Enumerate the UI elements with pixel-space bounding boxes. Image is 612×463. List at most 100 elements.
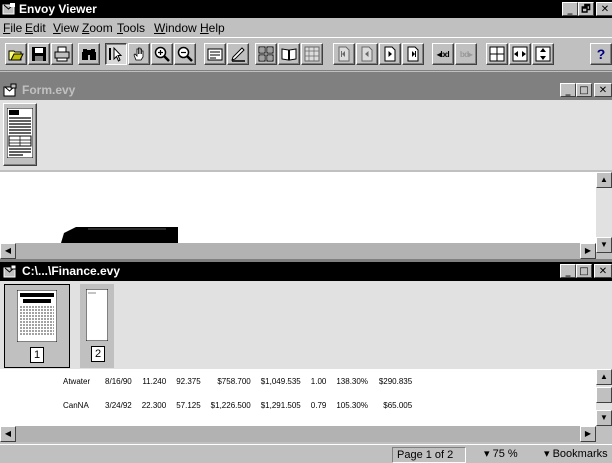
- finance-window-title-bar[interactable]: C:\...\Finance.evy _ □ ✕: [0, 262, 612, 281]
- links-button[interactable]: [301, 43, 323, 65]
- table-cell: 1.34: [306, 417, 332, 427]
- table-cell: 1.00: [310, 376, 327, 386]
- bookmarks-button[interactable]: [278, 43, 300, 65]
- go-back-button[interactable]: ◂bd: [432, 43, 454, 65]
- finance-page-1-thumbnail[interactable]: 1: [4, 284, 70, 368]
- previous-page-button[interactable]: [356, 43, 378, 65]
- menu-zoom[interactable]: Zoom: [82, 21, 113, 35]
- zoom-selector[interactable]: ▾ 75 %: [480, 447, 540, 463]
- context-help-button[interactable]: ?: [590, 43, 612, 65]
- table-cell: 2/12/91: [100, 417, 137, 427]
- envoy-app-icon[interactable]: [2, 2, 16, 16]
- form-page-view[interactable]: [0, 172, 596, 253]
- finance-page-view[interactable]: Atwater 8/16/90 11.240 92.375 $758.700 $1,049…: [0, 369, 596, 426]
- hand-icon: [133, 47, 144, 61]
- table-cell: 105.30%: [336, 400, 368, 410]
- finance-close-button[interactable]: ✕: [594, 264, 612, 278]
- table-cell: Atwater: [63, 376, 91, 386]
- finance-page-2-preview: [86, 289, 108, 341]
- table-cell: $1,049.535: [260, 376, 301, 386]
- open-book-icon: [281, 48, 297, 61]
- form-horizontal-scrollbar[interactable]: ◀ ▶: [0, 243, 596, 259]
- form-scroll-left-button[interactable]: ◀: [0, 243, 16, 259]
- table-row: DuLaney2/12/915.57512.500$87.808$77.1591…: [58, 417, 417, 427]
- last-page-icon: [407, 46, 419, 62]
- form-close-button[interactable]: ✕: [594, 83, 612, 97]
- menu-edit[interactable]: Edit: [25, 21, 46, 35]
- hand-tool-button[interactable]: [128, 43, 150, 65]
- table-cell: 5.575: [137, 417, 171, 427]
- table-cell: 8/16/90: [105, 376, 132, 386]
- fit-width-button[interactable]: [509, 43, 531, 65]
- fit-height-icon: [535, 46, 551, 62]
- minimize-button[interactable]: _: [562, 2, 578, 16]
- table-cell: 92.375: [176, 376, 201, 386]
- table-cell: DuLaney: [58, 417, 100, 427]
- bookmarks-selector[interactable]: ▾ Bookmarks: [540, 447, 612, 463]
- finance-horizontal-scrollbar[interactable]: ◀ ▶: [0, 426, 596, 442]
- finance-document-window[interactable]: C:\...\Finance.evy _ □ ✕ 1 2 Atwater 8/1…: [0, 262, 612, 444]
- tile-windows-button[interactable]: [486, 43, 508, 65]
- menu-file[interactable]: File: [3, 21, 22, 35]
- form-restore-button[interactable]: □: [576, 83, 592, 97]
- floppy-disk-icon: [32, 47, 46, 61]
- find-button[interactable]: [78, 43, 100, 65]
- form-thumbnail-strip: [0, 100, 612, 170]
- next-page-button[interactable]: [379, 43, 401, 65]
- finance-page-2-thumbnail[interactable]: 2: [80, 284, 114, 368]
- form-window-title-bar[interactable]: Form.evy _ □ ✕: [0, 81, 612, 100]
- arrow-pointer-icon: [109, 46, 123, 62]
- table-cell: $1,226.500: [210, 400, 251, 410]
- menu-window[interactable]: Window: [154, 21, 197, 35]
- form-page-thumbnail[interactable]: [3, 103, 37, 166]
- menu-help[interactable]: Help: [200, 21, 225, 35]
- finance-minimize-button[interactable]: _: [560, 264, 576, 278]
- menu-tools[interactable]: Tools: [117, 21, 145, 35]
- page-2-number: 2: [91, 346, 105, 362]
- table-row: Atwater 8/16/90 11.240 92.375 $758.700 $1,049…: [58, 369, 417, 393]
- finance-scroll-thumb[interactable]: [596, 387, 612, 403]
- finance-scroll-up-button[interactable]: ▲: [596, 369, 612, 385]
- zoom-in-button[interactable]: [151, 43, 173, 65]
- finance-vertical-scrollbar[interactable]: ▲ ▼: [596, 369, 612, 426]
- form-document-window[interactable]: Form.evy _ □ ✕ ▲ ▼ ◀ ▶: [0, 81, 612, 259]
- go-forward-button[interactable]: bd▸: [455, 43, 477, 65]
- menu-view[interactable]: View: [53, 21, 79, 35]
- finance-page-1-preview: [17, 290, 57, 342]
- form-scroll-down-button[interactable]: ▼: [596, 237, 612, 253]
- finance-scroll-down-button[interactable]: ▼: [596, 410, 612, 426]
- finance-window-title: C:\...\Finance.evy: [22, 264, 121, 278]
- help-question-icon: ?: [596, 46, 606, 62]
- fit-width-icon: [512, 46, 528, 62]
- table-cell: 87.87%: [331, 417, 373, 427]
- fit-height-button[interactable]: [532, 43, 554, 65]
- print-button[interactable]: [51, 43, 73, 65]
- close-button[interactable]: ✕: [596, 2, 612, 16]
- pencil-icon: [231, 47, 245, 62]
- last-page-button[interactable]: [402, 43, 424, 65]
- note-button[interactable]: [204, 43, 226, 65]
- first-page-button[interactable]: [333, 43, 355, 65]
- open-folder-icon: [8, 50, 24, 61]
- save-button[interactable]: [28, 43, 50, 65]
- open-button[interactable]: [5, 43, 27, 65]
- form-vertical-scrollbar[interactable]: ▲ ▼: [596, 172, 612, 253]
- finance-scroll-left-button[interactable]: ◀: [0, 426, 16, 442]
- thumbnail-grid-icon: [258, 46, 274, 62]
- select-tool-button[interactable]: [105, 43, 127, 65]
- form-scroll-up-button[interactable]: ▲: [596, 172, 612, 188]
- finance-restore-button[interactable]: □: [576, 264, 592, 278]
- form-scroll-right-button[interactable]: ▶: [580, 243, 596, 259]
- app-title-bar: Envoy Viewer _ 🗗 ✕: [0, 0, 612, 18]
- mdi-workspace: Form.evy _ □ ✕ ▲ ▼ ◀ ▶ C:\...\Finance.ev…: [0, 72, 612, 444]
- table-cell: $65.005: [383, 400, 413, 410]
- finance-scroll-right-button[interactable]: ▶: [580, 426, 596, 442]
- thumbnails-button[interactable]: [255, 43, 277, 65]
- form-page-preview: [7, 108, 33, 158]
- document-window-icon: [3, 264, 17, 278]
- highlight-button[interactable]: [227, 43, 249, 65]
- form-minimize-button[interactable]: _: [560, 83, 576, 97]
- restore-button[interactable]: 🗗: [578, 2, 594, 16]
- zoom-out-button[interactable]: [174, 43, 196, 65]
- table-cell: 22.300: [141, 400, 167, 410]
